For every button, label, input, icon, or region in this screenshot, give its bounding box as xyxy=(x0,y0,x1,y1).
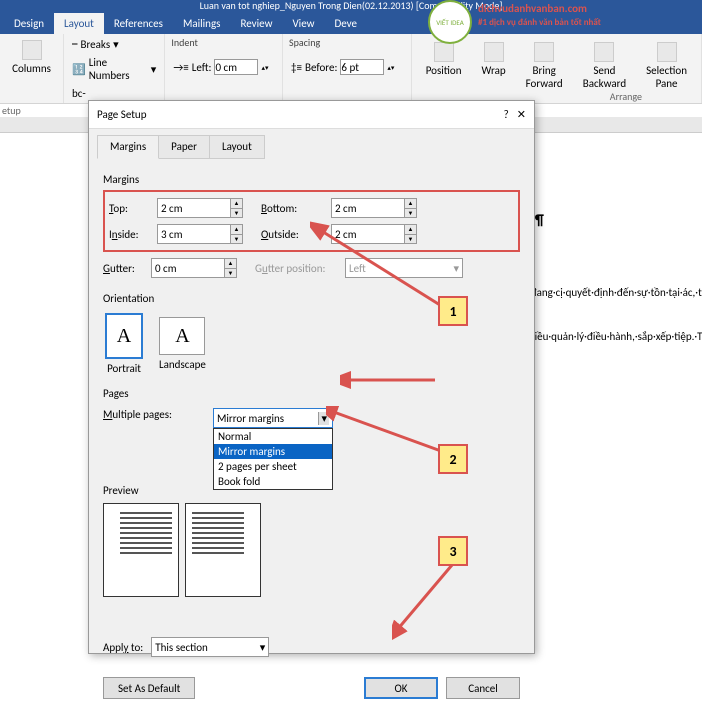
arrange-group-label: Arrange xyxy=(610,90,642,103)
dialog-tabs: Margins Paper Layout xyxy=(89,135,534,159)
tab-developer[interactable]: Deve xyxy=(325,13,368,34)
selection-pane-button[interactable]: Selection Pane xyxy=(638,38,695,94)
spacing-before[interactable]: ‡≡Before:▴▾ xyxy=(289,58,405,76)
breaks-button[interactable]: ⎯Breaks▾ xyxy=(70,36,158,52)
wrap-icon xyxy=(484,42,504,62)
set-default-button[interactable]: Set As Default xyxy=(103,677,195,699)
columns-icon xyxy=(22,40,42,60)
multiple-pages-dropdown[interactable]: Mirror margins▾ xyxy=(213,408,333,428)
tab-view[interactable]: View xyxy=(282,13,324,34)
position-button[interactable]: Position xyxy=(418,38,470,81)
bring-forward-button[interactable]: Bring Forward xyxy=(518,38,571,94)
preview-page-left xyxy=(103,503,179,597)
page-setup-dialog: Page Setup ? ✕ Margins Paper Layout Marg… xyxy=(88,100,535,654)
dialog-tab-margins[interactable]: Margins xyxy=(97,135,159,159)
apply-to-label: Apply to: xyxy=(103,641,143,654)
preview-page-right xyxy=(185,503,261,597)
gutterpos-select: Left▾ xyxy=(345,258,463,278)
gutter-input[interactable]: ▲▼ xyxy=(151,258,237,278)
portrait-icon: A xyxy=(105,313,143,359)
landscape-button[interactable]: A Landscape xyxy=(157,311,208,377)
dd-option-bookfold[interactable]: Book fold xyxy=(214,474,332,489)
selection-icon xyxy=(657,42,677,62)
portrait-button[interactable]: A Portrait xyxy=(103,311,145,377)
dd-option-mirror[interactable]: Mirror margins xyxy=(214,444,332,459)
dialog-tab-layout[interactable]: Layout xyxy=(209,135,265,159)
outside-input[interactable]: ▲▼ xyxy=(331,224,417,244)
send-backward-icon xyxy=(594,42,614,62)
gutterpos-label: Gutter position: xyxy=(255,262,345,275)
bottom-label: Bottom: xyxy=(261,202,331,215)
bottom-input[interactable]: ▲▼ xyxy=(331,198,417,218)
dd-option-normal[interactable]: Normal xyxy=(214,429,332,444)
watermark-site: dichvudanhvanban.com #1 dịch vụ đánh văn… xyxy=(478,2,601,28)
columns-button[interactable]: Columns xyxy=(6,36,57,79)
top-input[interactable]: ▲▼ xyxy=(157,198,243,218)
inside-label: Inside: xyxy=(109,228,157,241)
multiple-pages-list: Normal Mirror margins 2 pages per sheet … xyxy=(213,428,333,490)
spacing-label: Spacing xyxy=(289,36,405,49)
cancel-button[interactable]: Cancel xyxy=(446,677,520,699)
landscape-icon: A xyxy=(159,317,205,355)
logo-badge: VIẾT IDEA xyxy=(428,0,472,44)
position-icon xyxy=(434,42,454,62)
hyphenation-button[interactable]: bc- xyxy=(70,86,158,101)
close-icon[interactable]: ✕ xyxy=(517,108,526,121)
send-backward-button[interactable]: Send Backward xyxy=(575,38,634,94)
inside-input[interactable]: ▲▼ xyxy=(157,224,243,244)
callout-2: 2 xyxy=(438,444,468,474)
dialog-titlebar: Page Setup ? ✕ xyxy=(89,101,534,129)
ok-button[interactable]: OK xyxy=(364,677,438,699)
line-numbers-button[interactable]: 🔢Line Numbers▾ xyxy=(70,55,158,83)
dialog-tab-paper[interactable]: Paper xyxy=(158,135,210,159)
ribbon: Columns ⎯Breaks▾ 🔢Line Numbers▾ bc- Inde… xyxy=(0,34,702,104)
dialog-title: Page Setup xyxy=(97,108,146,121)
margins-grid: Top: ▲▼ Bottom: ▲▼ Inside: ▲▼ Outside: ▲… xyxy=(103,190,520,252)
top-label: Top: xyxy=(109,202,157,215)
margins-section-label: Margins xyxy=(103,173,520,186)
wrap-button[interactable]: Wrap xyxy=(474,38,514,81)
callout-1: 1 xyxy=(438,296,468,326)
pages-section-label: Pages xyxy=(103,387,520,400)
multiple-pages-label: Multiple pages: xyxy=(103,408,203,421)
bring-forward-icon xyxy=(534,42,554,62)
callout-3: 3 xyxy=(438,536,468,566)
tab-layout[interactable]: Layout xyxy=(54,13,104,34)
gutter-label: Gutter: xyxy=(103,262,151,275)
outside-label: Outside: xyxy=(261,228,331,241)
help-icon[interactable]: ? xyxy=(504,108,509,121)
apply-to-select[interactable]: This section▾ xyxy=(151,637,269,657)
indent-left[interactable]: →≡Left:▴▾ xyxy=(171,58,276,76)
tab-review[interactable]: Review xyxy=(230,13,282,34)
tab-mailings[interactable]: Mailings xyxy=(173,13,231,34)
dd-option-2pages[interactable]: 2 pages per sheet xyxy=(214,459,332,474)
indent-label: Indent xyxy=(171,36,276,49)
tab-references[interactable]: References xyxy=(104,13,173,34)
tab-design[interactable]: Design xyxy=(4,13,54,34)
